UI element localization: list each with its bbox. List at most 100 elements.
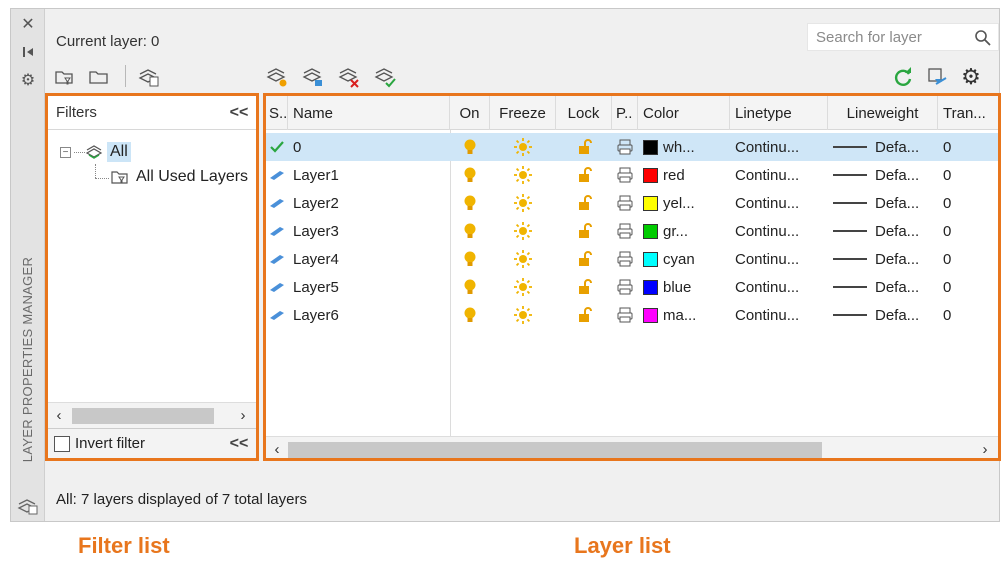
layer-settings-icon[interactable] xyxy=(925,65,949,89)
freeze-sun-icon[interactable] xyxy=(490,245,556,273)
layer-icon[interactable] xyxy=(266,301,288,329)
layer-states-manager-icon[interactable] xyxy=(137,65,161,89)
layer-row[interactable]: Layer4 cyan Continu... Defa... 0 xyxy=(266,245,998,273)
layer-lineweight[interactable]: Defa... xyxy=(833,273,937,301)
set-current-icon[interactable] xyxy=(373,65,397,89)
layer-name[interactable]: Layer4 xyxy=(293,245,443,273)
unlock-icon[interactable] xyxy=(556,189,612,217)
unlock-icon[interactable] xyxy=(556,217,612,245)
layer-icon[interactable] xyxy=(266,161,288,189)
layer-transparency[interactable]: 0 xyxy=(943,133,998,161)
layers-horizontal-scrollbar[interactable]: ‹ › xyxy=(266,436,998,458)
on-bulb-icon[interactable] xyxy=(450,245,490,273)
layer-states-icon[interactable] xyxy=(17,494,39,516)
invert-filter-checkbox[interactable] xyxy=(54,435,70,452)
plot-printer-icon[interactable] xyxy=(612,217,638,245)
layer-transparency[interactable]: 0 xyxy=(943,161,998,189)
layer-row[interactable]: Layer3 gr... Continu... Defa... 0 xyxy=(266,217,998,245)
freeze-sun-icon[interactable] xyxy=(490,189,556,217)
unlock-icon[interactable] xyxy=(556,245,612,273)
col-freeze[interactable]: Freeze xyxy=(490,96,556,130)
col-lineweight[interactable]: Lineweight xyxy=(828,96,938,130)
layer-row[interactable]: Layer2 yel... Continu... Defa... 0 xyxy=(266,189,998,217)
layer-linetype[interactable]: Continu... xyxy=(735,133,827,161)
layer-linetype[interactable]: Continu... xyxy=(735,217,827,245)
layer-name[interactable]: Layer6 xyxy=(293,301,443,329)
scroll-left-icon[interactable]: ‹ xyxy=(268,440,286,458)
new-group-filter-icon[interactable] xyxy=(87,65,111,89)
scroll-right-icon[interactable]: › xyxy=(976,440,994,458)
layer-lineweight[interactable]: Defa... xyxy=(833,189,937,217)
delete-layer-icon[interactable] xyxy=(337,65,361,89)
unlock-icon[interactable] xyxy=(556,161,612,189)
on-bulb-icon[interactable] xyxy=(450,217,490,245)
layer-row[interactable]: Layer1 red Continu... Defa... 0 xyxy=(266,161,998,189)
layer-transparency[interactable]: 0 xyxy=(943,217,998,245)
unlock-icon[interactable] xyxy=(556,133,612,161)
col-lock[interactable]: Lock xyxy=(556,96,612,130)
layer-linetype[interactable]: Continu... xyxy=(735,189,827,217)
layer-name[interactable]: Layer1 xyxy=(293,161,443,189)
layer-transparency[interactable]: 0 xyxy=(943,273,998,301)
palette-titlebar[interactable]: ✕ ⚙ LAYER PROPERTIES MANAGER xyxy=(11,9,45,521)
layer-row[interactable]: 0 wh... Continu... Defa... 0 xyxy=(266,133,998,161)
layer-transparency[interactable]: 0 xyxy=(943,301,998,329)
search-input[interactable] xyxy=(816,28,976,46)
plot-printer-icon[interactable] xyxy=(612,161,638,189)
unlock-icon[interactable] xyxy=(556,273,612,301)
layer-name[interactable]: 0 xyxy=(293,133,443,161)
tree-node-all-used-layers[interactable]: All Used Layers xyxy=(110,168,250,186)
layer-lineweight[interactable]: Defa... xyxy=(833,161,937,189)
on-bulb-icon[interactable] xyxy=(450,189,490,217)
col-name[interactable]: Name xyxy=(288,96,450,130)
on-bulb-icon[interactable] xyxy=(450,273,490,301)
col-status[interactable]: S.. xyxy=(266,96,288,130)
freeze-sun-icon[interactable] xyxy=(490,301,556,329)
search-box[interactable] xyxy=(807,23,999,51)
col-linetype[interactable]: Linetype xyxy=(730,96,828,130)
on-bulb-icon[interactable] xyxy=(450,133,490,161)
new-layer-vp-frozen-icon[interactable] xyxy=(301,65,325,89)
new-layer-icon[interactable] xyxy=(265,65,289,89)
scroll-left-icon[interactable]: ‹ xyxy=(50,406,68,424)
collapse-filters-bottom-button[interactable]: << xyxy=(228,433,250,455)
layer-name[interactable]: Layer3 xyxy=(293,217,443,245)
plot-printer-icon[interactable] xyxy=(612,245,638,273)
layer-icon[interactable] xyxy=(266,217,288,245)
search-icon[interactable] xyxy=(974,29,992,47)
close-icon[interactable]: ✕ xyxy=(17,13,39,35)
plot-printer-icon[interactable] xyxy=(612,301,638,329)
layer-color[interactable]: gr... xyxy=(643,217,730,245)
layer-color[interactable]: blue xyxy=(643,273,730,301)
layer-lineweight[interactable]: Defa... xyxy=(833,133,937,161)
plot-printer-icon[interactable] xyxy=(612,133,638,161)
layer-lineweight[interactable]: Defa... xyxy=(833,217,937,245)
on-bulb-icon[interactable] xyxy=(450,301,490,329)
layer-transparency[interactable]: 0 xyxy=(943,245,998,273)
current-layer-check-icon[interactable] xyxy=(266,133,288,161)
plot-printer-icon[interactable] xyxy=(612,273,638,301)
on-bulb-icon[interactable] xyxy=(450,161,490,189)
tree-collapse-toggle[interactable]: − xyxy=(60,146,71,158)
layer-lineweight[interactable]: Defa... xyxy=(833,245,937,273)
layer-icon[interactable] xyxy=(266,273,288,301)
scroll-right-icon[interactable]: › xyxy=(234,406,252,424)
scroll-thumb[interactable] xyxy=(288,442,822,458)
gear-icon[interactable]: ⚙ xyxy=(17,69,39,91)
layer-color[interactable]: wh... xyxy=(643,133,730,161)
collapse-filters-button[interactable]: << xyxy=(228,102,250,124)
layer-linetype[interactable]: Continu... xyxy=(735,301,827,329)
tree-node-all[interactable]: − All xyxy=(60,142,131,162)
layer-row[interactable]: Layer5 blue Continu... Defa... 0 xyxy=(266,273,998,301)
unlock-icon[interactable] xyxy=(556,301,612,329)
freeze-sun-icon[interactable] xyxy=(490,273,556,301)
layer-color[interactable]: ma... xyxy=(643,301,730,329)
freeze-sun-icon[interactable] xyxy=(490,217,556,245)
freeze-sun-icon[interactable] xyxy=(490,133,556,161)
layer-linetype[interactable]: Continu... xyxy=(735,245,827,273)
invert-filter-label[interactable]: Invert filter xyxy=(75,435,145,452)
layer-icon[interactable] xyxy=(266,189,288,217)
col-on[interactable]: On xyxy=(450,96,490,130)
freeze-sun-icon[interactable] xyxy=(490,161,556,189)
layer-row[interactable]: Layer6 ma... Continu... Defa... 0 xyxy=(266,301,998,329)
